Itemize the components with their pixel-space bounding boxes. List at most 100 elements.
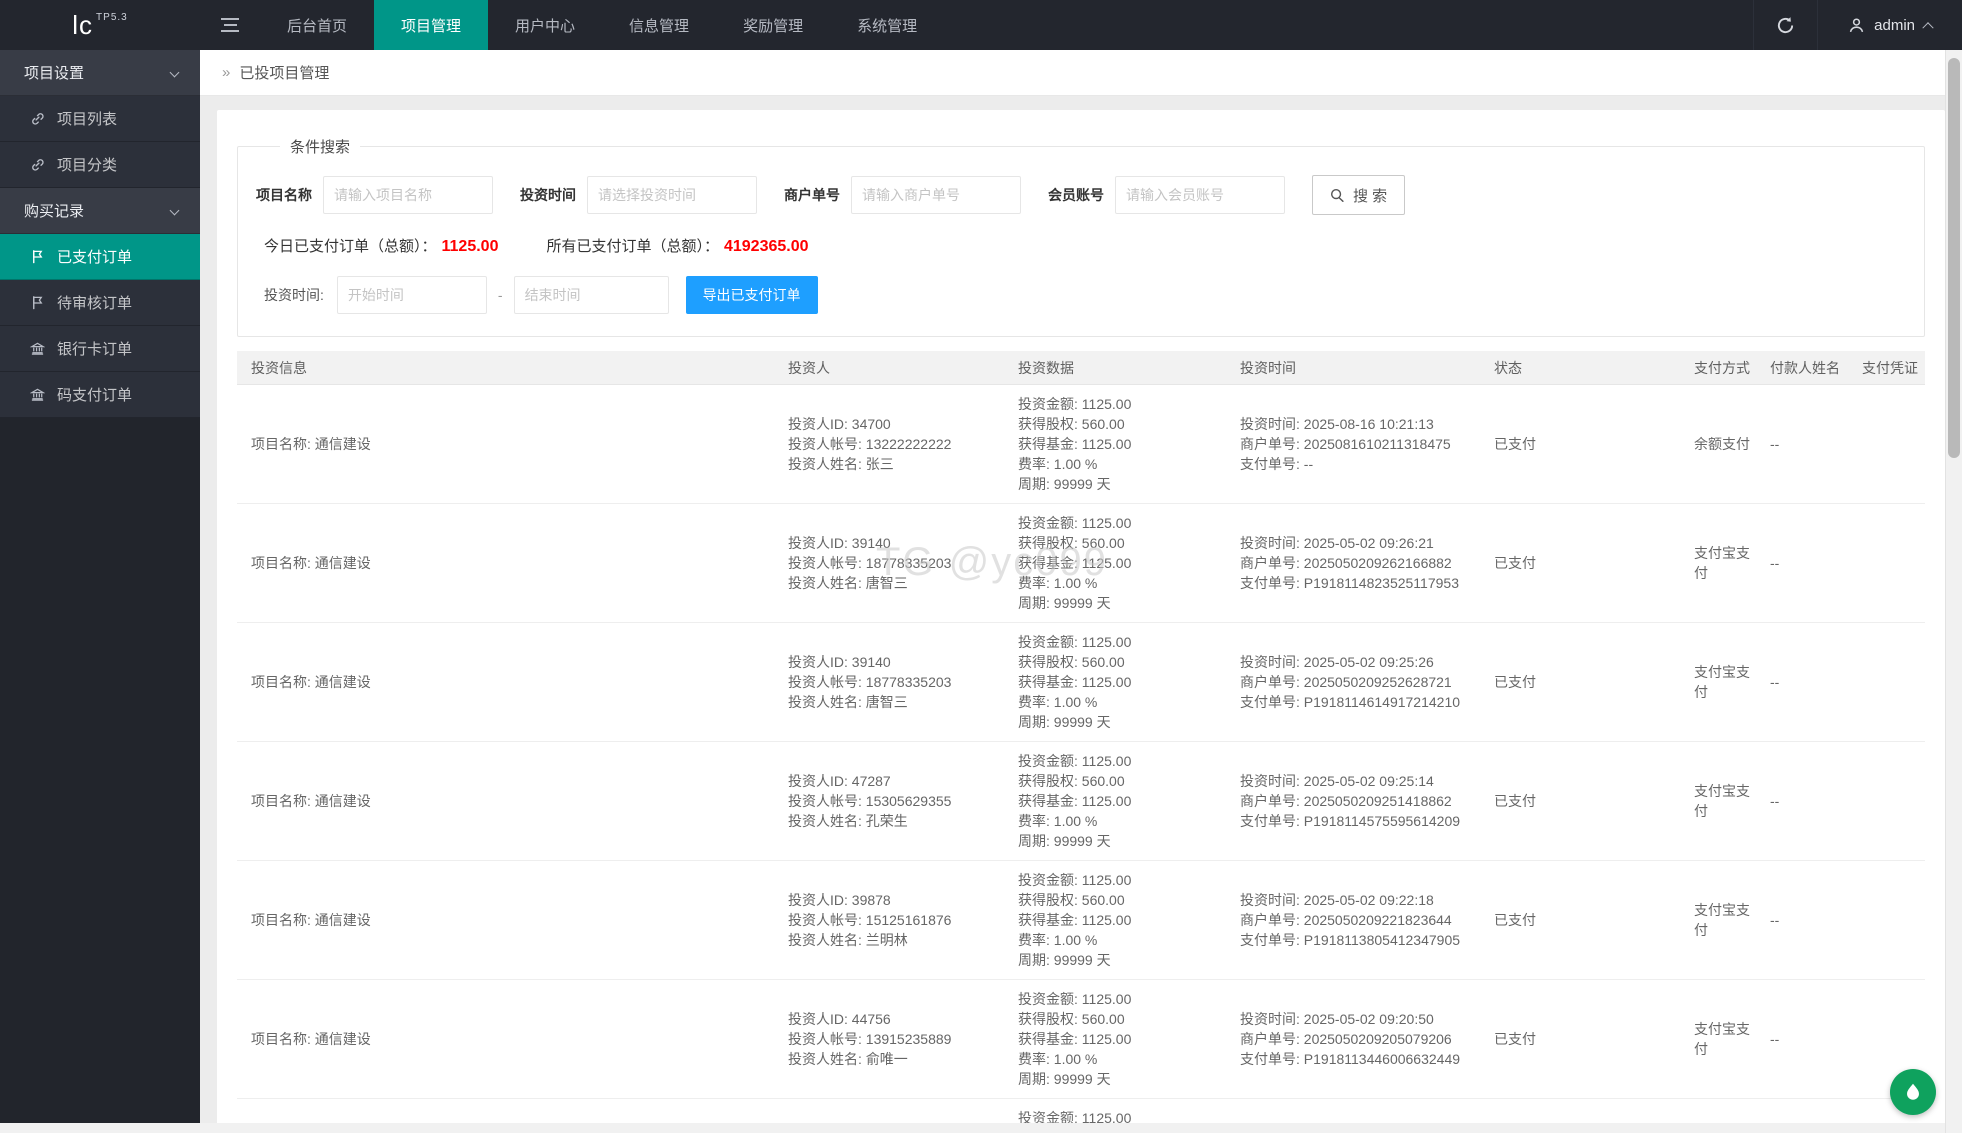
pay-method: 支付宝支付 — [1694, 1021, 1750, 1057]
cell-invest-time: 投资时间: 2025-08-16 10:21:13 商户单号: 20250816… — [1226, 405, 1480, 483]
payment-order-no: -- — [1304, 456, 1313, 472]
cell-payer-name: -- — [1756, 901, 1848, 939]
invest-time-label: 投资时间 — [520, 185, 576, 205]
nav-item-user-center[interactable]: 用户中心 — [488, 0, 602, 50]
search-button[interactable]: 搜 索 — [1312, 175, 1405, 215]
leaf-icon — [1902, 1081, 1924, 1103]
sidebar-item-project-category[interactable]: 项目分类 — [0, 142, 200, 188]
nav-item-home[interactable]: 后台首页 — [260, 0, 374, 50]
cell-status: 已支付 — [1480, 782, 1680, 820]
cycle-days: 99999 天 — [1054, 1071, 1111, 1087]
refresh-icon[interactable] — [1753, 0, 1817, 50]
pay-method: 余额支付 — [1694, 436, 1750, 452]
menu-toggle-icon[interactable] — [200, 0, 260, 50]
end-time-input[interactable] — [514, 276, 669, 314]
vertical-scrollbar[interactable] — [1945, 50, 1962, 1133]
project-name-input[interactable] — [323, 176, 493, 214]
invest-amount: 1125.00 — [1082, 634, 1132, 650]
project-name: 通信建设 — [315, 912, 371, 928]
fund-gained: 1125.00 — [1082, 555, 1132, 571]
cell-invest-time: 投资时间: 2025-05-02 09:20:50 商户单号: 20250502… — [1226, 1000, 1480, 1078]
member-account-input[interactable] — [1115, 176, 1285, 214]
horizontal-scrollbar[interactable] — [0, 1123, 1945, 1133]
pay-method: 支付宝支付 — [1694, 783, 1750, 819]
cell-invest-data: 投资金额: 1125.00 获得股权: 560.00 获得基金: 1125.00… — [1004, 742, 1226, 860]
cell-payer-name: -- — [1756, 782, 1848, 820]
merchant-order-no: 2025081610211318475 — [1304, 436, 1451, 452]
cell-payer-name: -- — [1756, 1020, 1848, 1058]
pay-method: 支付宝支付 — [1694, 545, 1750, 581]
cell-pay-method: 支付宝支付 — [1680, 653, 1756, 711]
invest-time-input[interactable] — [587, 176, 757, 214]
search-icon — [1330, 188, 1345, 203]
sidebar-item-paid-orders[interactable]: 已支付订单 — [0, 234, 200, 280]
invest-time: 2025-05-02 09:22:18 — [1304, 892, 1434, 908]
cell-pay-method: 支付宝支付 — [1680, 772, 1756, 830]
export-paid-orders-button[interactable]: 导出已支付订单 — [686, 276, 818, 314]
invest-amount: 1125.00 — [1082, 753, 1132, 769]
table-row: 项目名称: 通信建设 投资人ID: 44756 投资人帐号: 139152358… — [237, 980, 1925, 1099]
cell-pay-method: 支付宝支付 — [1680, 1010, 1756, 1068]
fee-rate: 1.00 % — [1054, 813, 1098, 829]
invest-time: 2025-05-02 09:25:14 — [1304, 773, 1434, 789]
nav-item-system-mgmt[interactable]: 系统管理 — [830, 0, 944, 50]
merchant-order-no: 2025050209205079206 — [1304, 1031, 1452, 1047]
investor-name: 唐智三 — [866, 575, 908, 591]
cell-payer-name: -- — [1756, 425, 1848, 463]
invest-amount: 1125.00 — [1082, 991, 1132, 1007]
investor-account: 18778335203 — [866, 555, 952, 571]
investor-account: 18778335203 — [866, 674, 952, 690]
cell-invest-data: 投资金额: 1125.00 获得股权: 560.00 获得基金: 1125.00… — [1004, 861, 1226, 979]
cycle-days: 99999 天 — [1054, 952, 1111, 968]
app-logo: lcTP5.3 — [0, 0, 200, 50]
payment-order-no: P1918114575595614209 — [1304, 813, 1460, 829]
fund-gained: 1125.00 — [1082, 674, 1132, 690]
col-investor: 投资人 — [774, 358, 1004, 378]
user-menu[interactable]: admin — [1817, 0, 1962, 50]
today-paid-value: 1125.00 — [442, 238, 499, 256]
stats-row: 今日已支付订单（总额）： 1125.00 所有已支付订单（总额）： 419236… — [256, 221, 1906, 260]
project-name: 通信建设 — [315, 674, 371, 690]
payer-name: -- — [1770, 1031, 1779, 1047]
investor-id: 47287 — [852, 773, 891, 789]
sidebar-item-qr-pay-orders[interactable]: 码支付订单 — [0, 372, 200, 418]
payer-name: -- — [1770, 674, 1779, 690]
cell-invest-info: 项目名称: 通信建设 — [237, 544, 774, 582]
table-row: 项目名称: 通信建设 投资人ID: 39878 投资人帐号: 151251618… — [237, 861, 1925, 980]
chevron-up-icon — [1922, 22, 1933, 33]
equity-gained: 560.00 — [1082, 1011, 1125, 1027]
investor-account: 13222222222 — [866, 436, 952, 452]
nav-item-project-mgmt[interactable]: 项目管理 — [374, 0, 488, 50]
cell-pay-method: 支付宝支付 — [1680, 891, 1756, 949]
scrollbar-thumb[interactable] — [1948, 58, 1960, 458]
cell-invest-data: 投资金额: 1125.00 获得股权: 560.00 获得基金: 1125.00… — [1004, 623, 1226, 741]
table-header: 投资信息 投资人 投资数据 投资时间 状态 支付方式 付款人姓名 支付凭证 — [237, 351, 1925, 385]
fund-gained: 1125.00 — [1082, 912, 1132, 928]
merchant-no-input[interactable] — [851, 176, 1021, 214]
investor-name: 孔荣生 — [866, 813, 908, 829]
breadcrumb-icon: » — [222, 64, 230, 81]
investor-id: 39878 — [852, 892, 891, 908]
fee-rate: 1.00 % — [1054, 932, 1098, 948]
main-content: » 已投项目管理 条件搜索 项目名称 投资时间 商户单号 — [200, 0, 1962, 1133]
nav-item-info-mgmt[interactable]: 信息管理 — [602, 0, 716, 50]
sidebar-item-project-list[interactable]: 项目列表 — [0, 96, 200, 142]
nav-item-reward-mgmt[interactable]: 奖励管理 — [716, 0, 830, 50]
chevron-down-icon — [170, 206, 180, 216]
cell-status: 已支付 — [1480, 901, 1680, 939]
fee-rate: 1.00 % — [1054, 1051, 1098, 1067]
status-badge: 已支付 — [1494, 674, 1536, 690]
table-row: 项目名称: 通信建设 投资人ID: 47287 投资人帐号: 153056293… — [237, 742, 1925, 861]
cell-pay-method: 余额支付 — [1680, 425, 1756, 463]
sidebar-section-project-settings[interactable]: 项目设置 — [0, 50, 200, 96]
sidebar-item-pending-orders[interactable]: 待审核订单 — [0, 280, 200, 326]
cell-status: 已支付 — [1480, 663, 1680, 701]
fee-rate: 1.00 % — [1054, 575, 1098, 591]
start-time-input[interactable] — [337, 276, 487, 314]
cell-pay-method: 支付宝支付 — [1680, 534, 1756, 592]
floating-action-button[interactable] — [1890, 1069, 1936, 1115]
sidebar-item-bank-card-orders[interactable]: 银行卡订单 — [0, 326, 200, 372]
sidebar-section-purchase-records[interactable]: 购买记录 — [0, 188, 200, 234]
bank-icon — [28, 386, 46, 404]
topbar: lcTP5.3 后台首页 项目管理 用户中心 信息管理 奖励管理 系统管理 ad… — [0, 0, 1962, 50]
